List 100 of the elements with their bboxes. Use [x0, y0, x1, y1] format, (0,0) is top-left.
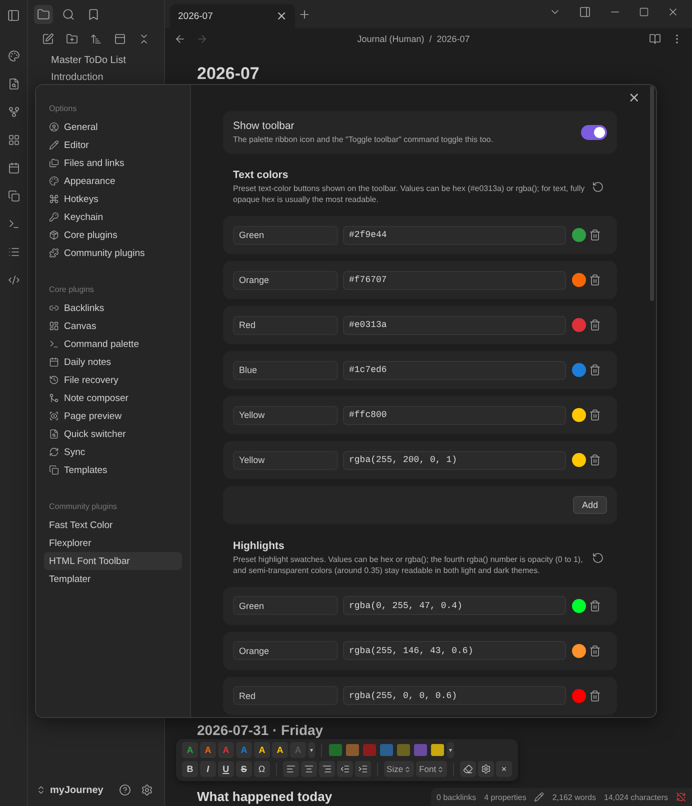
highlight-swatch[interactable] — [380, 744, 393, 756]
color-name-field[interactable]: Orange — [233, 270, 338, 290]
breadcrumb-link[interactable]: Journal (Human) — [357, 34, 424, 44]
settings-nav-item[interactable]: Command palette — [44, 335, 182, 353]
tab[interactable]: 2026-07 × — [170, 4, 295, 28]
section-heading: Community plugins — [48, 502, 118, 511]
folder-icon[interactable] — [34, 4, 53, 24]
color-swatch[interactable] — [572, 598, 586, 613]
settings-nav-item[interactable]: Page preview — [44, 407, 182, 425]
color-name-field[interactable]: Yellow — [233, 406, 338, 425]
file-search-icon — [49, 429, 59, 439]
note-title: 2026-07 — [197, 64, 260, 84]
settings-nav-item[interactable]: File recovery — [44, 371, 182, 389]
align-right-icon[interactable] — [318, 761, 335, 777]
settings-nav-item[interactable]: Canvas — [44, 317, 182, 335]
color-name-field[interactable]: Green — [233, 596, 338, 616]
color-swatch[interactable] — [572, 228, 586, 242]
align-left-icon[interactable] — [282, 761, 299, 777]
color-name-field[interactable]: Green — [233, 226, 338, 245]
add-button[interactable]: Add — [572, 496, 607, 514]
settings-nav-item[interactable]: Daily notes — [44, 353, 182, 371]
breadcrumb-current: 2026-07 — [436, 34, 470, 44]
style-button[interactable]: U — [218, 761, 234, 777]
merge-icon — [49, 393, 59, 403]
style-button[interactable]: S — [236, 761, 252, 777]
color-value-field[interactable]: rgba(255, 0, 0, 0.6) — [343, 686, 566, 706]
indent-icon[interactable] — [354, 761, 371, 777]
text-color-button[interactable]: A — [200, 742, 216, 758]
color-value-field[interactable]: rgba(255, 146, 43, 0.6) — [343, 641, 566, 660]
color-swatch[interactable] — [572, 408, 586, 422]
color-name-field[interactable]: Orange — [233, 641, 338, 660]
color-name-field[interactable]: Red — [233, 316, 338, 335]
settings-nav-item[interactable]: HTML Font Toolbar — [44, 552, 182, 570]
settings-nav-item[interactable]: Flexplorer — [44, 534, 182, 552]
color-swatch[interactable] — [572, 688, 586, 703]
setting-title: Show toolbar — [233, 120, 296, 132]
settings-nav-item[interactable]: Templates — [44, 461, 182, 479]
palette-icon — [49, 176, 59, 186]
settings-nav-item[interactable]: Templater — [44, 570, 182, 588]
text-color-button[interactable]: A — [254, 742, 270, 758]
folder-icon — [49, 158, 59, 168]
text-color-button[interactable]: A — [182, 742, 198, 758]
backlinks-count[interactable]: 0 backlinks — [436, 792, 476, 802]
style-button[interactable]: B — [182, 761, 198, 777]
color-value-field[interactable]: #e0313a — [343, 316, 566, 335]
color-name-field[interactable]: Yellow — [233, 450, 338, 470]
settings-nav-item[interactable]: Fast Text Color — [44, 516, 182, 534]
toggle-switch[interactable] — [581, 125, 607, 140]
color-swatch[interactable] — [572, 453, 586, 468]
highlight-swatch[interactable] — [329, 744, 342, 756]
close-button[interactable]: × — [622, 89, 646, 107]
dropdown[interactable]: Size — [384, 761, 414, 777]
color-value-field[interactable]: #f76707 — [343, 270, 566, 290]
color-value-field[interactable]: #2f9e44 — [343, 226, 566, 245]
calendar-icon — [49, 357, 59, 367]
settings-nav-item[interactable]: Hotkeys — [44, 190, 182, 208]
settings-nav-item[interactable]: Editor — [44, 136, 182, 154]
settings-nav-item[interactable]: Community plugins — [44, 244, 182, 262]
link-icon — [49, 303, 59, 313]
highlight-swatch[interactable] — [414, 744, 427, 756]
box-icon — [49, 230, 59, 240]
color-name-field[interactable]: Blue — [233, 360, 338, 380]
color-swatch[interactable] — [572, 273, 586, 288]
eraser-icon[interactable] — [460, 761, 476, 777]
outdent-icon[interactable] — [336, 761, 353, 777]
settings-nav-item[interactable]: Sync — [44, 443, 182, 461]
terminal-icon — [49, 339, 59, 349]
color-name-field[interactable]: Red — [233, 686, 338, 706]
close-tab-button[interactable]: × — [274, 8, 289, 24]
close-button[interactable]: × — [496, 761, 512, 777]
color-value-field[interactable]: rgba(0, 255, 47, 0.4) — [343, 596, 566, 616]
settings-nav-item[interactable]: General — [44, 118, 182, 136]
highlight-swatch[interactable] — [363, 744, 376, 756]
settings-nav-item[interactable]: Core plugins — [44, 226, 182, 244]
highlight-swatch[interactable] — [346, 744, 359, 756]
settings-nav-item[interactable]: Backlinks — [44, 299, 182, 317]
file-item[interactable]: Master ToDo List — [28, 52, 164, 69]
settings-nav-item[interactable]: Keychain — [44, 208, 182, 226]
color-swatch[interactable] — [572, 318, 586, 332]
style-button[interactable]: I — [200, 761, 216, 777]
align-center-icon[interactable] — [300, 761, 317, 777]
vault-name[interactable]: myJourney — [50, 784, 112, 796]
properties-count[interactable]: 4 properties — [484, 792, 526, 802]
settings-nav-item[interactable]: Files and links — [44, 154, 182, 172]
color-value-field[interactable]: rgba(255, 200, 0, 1) — [343, 450, 566, 470]
settings-nav-item[interactable]: Quick switcher — [44, 425, 182, 443]
color-swatch[interactable] — [572, 644, 586, 658]
settings-nav-item[interactable]: Appearance — [44, 172, 182, 190]
style-button[interactable]: Ω — [254, 761, 270, 777]
color-value-field[interactable]: #ffc800 — [343, 406, 566, 425]
highlight-swatch[interactable] — [397, 744, 410, 756]
dropdown[interactable]: Font — [416, 761, 448, 777]
color-value-field[interactable]: #1c7ed6 — [343, 360, 566, 380]
settings-icon[interactable] — [478, 761, 494, 777]
file-item[interactable]: Introduction — [28, 69, 164, 86]
highlight-swatch[interactable] — [431, 744, 444, 756]
settings-nav-item[interactable]: Note composer — [44, 389, 182, 407]
text-color-button[interactable]: A — [272, 742, 288, 758]
color-swatch[interactable] — [572, 363, 586, 378]
pencil-icon — [534, 792, 544, 802]
